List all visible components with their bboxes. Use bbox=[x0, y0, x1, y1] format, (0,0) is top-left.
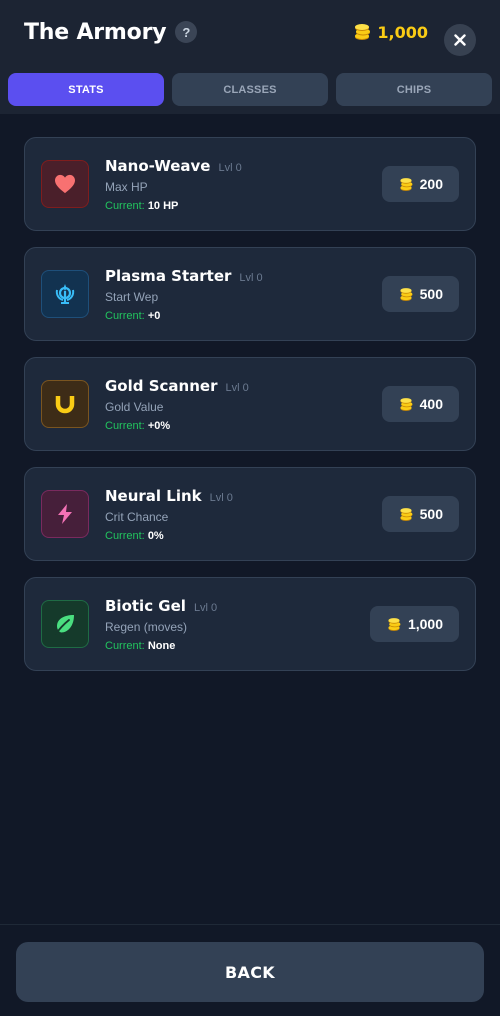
current-value: +0% bbox=[147, 419, 171, 432]
price: 400 bbox=[419, 396, 443, 412]
upgrade-name: Nano-Weave bbox=[105, 156, 211, 175]
current-label: Current: bbox=[105, 199, 145, 212]
upgrade-info: Plasma Starter Lvl 0 Start Wep Current: … bbox=[105, 267, 263, 322]
upgrade-description: Max HP bbox=[105, 179, 148, 194]
back-button[interactable]: BACK bbox=[16, 942, 484, 1002]
upgrade-info: Biotic Gel Lvl 0 Regen (moves) Current: … bbox=[105, 597, 217, 652]
upgrade-icon-box bbox=[41, 270, 89, 318]
upgrade-level: Lvl 0 bbox=[239, 271, 263, 284]
upgrade-name: Plasma Starter bbox=[105, 266, 232, 285]
coin-balance: 1,000 bbox=[352, 0, 428, 64]
upgrade-name: Neural Link bbox=[105, 486, 202, 505]
current-value: None bbox=[147, 639, 176, 652]
magnet-icon bbox=[55, 396, 75, 414]
upgrade-list: Nano-Weave Lvl 0 Max HP Current: 10 HP 2… bbox=[0, 114, 500, 671]
help-button[interactable]: ? bbox=[175, 21, 198, 43]
upgrade-current: Current: 0% bbox=[105, 530, 233, 542]
buy-button[interactable]: 200 bbox=[381, 166, 459, 202]
close-icon bbox=[454, 34, 466, 46]
upgrade-description: Gold Value bbox=[105, 399, 164, 414]
heart-icon bbox=[55, 174, 75, 194]
upgrade-current: Current: 10 HP bbox=[105, 200, 242, 212]
upgrade-info: Nano-Weave Lvl 0 Max HP Current: 10 HP bbox=[105, 157, 242, 212]
current-value: 0% bbox=[147, 529, 164, 542]
buy-button[interactable]: 1,000 bbox=[369, 606, 459, 642]
buy-button[interactable]: 500 bbox=[381, 276, 459, 312]
footer: BACK bbox=[0, 924, 500, 1016]
upgrade-name: Gold Scanner bbox=[105, 376, 218, 395]
upgrade-card-neural-link: Neural Link Lvl 0 Crit Chance Current: 0… bbox=[24, 467, 476, 561]
price: 500 bbox=[419, 506, 443, 522]
lightning-icon bbox=[58, 504, 72, 524]
weapon-emblem-icon bbox=[55, 284, 75, 304]
page-title: The Armory bbox=[24, 19, 167, 45]
buy-button[interactable]: 500 bbox=[381, 496, 459, 532]
tab-classes[interactable]: CLASSES bbox=[172, 73, 328, 106]
upgrade-description: Regen (moves) bbox=[105, 619, 188, 634]
upgrade-level: Lvl 0 bbox=[225, 381, 249, 394]
upgrade-icon-box bbox=[41, 600, 89, 648]
header: The Armory ? 1,000 bbox=[0, 0, 500, 64]
upgrade-current: Current: +0 bbox=[105, 310, 263, 322]
tab-bar: STATS CLASSES CHIPS bbox=[0, 64, 500, 114]
current-label: Current: bbox=[105, 529, 145, 542]
upgrade-level: Lvl 0 bbox=[218, 161, 242, 174]
upgrade-level: Lvl 0 bbox=[209, 491, 233, 504]
upgrade-description: Start Wep bbox=[105, 289, 159, 304]
upgrade-icon-box bbox=[41, 380, 89, 428]
coin-balance-value: 1,000 bbox=[377, 22, 428, 42]
price: 1,000 bbox=[407, 616, 443, 632]
current-label: Current: bbox=[105, 309, 145, 322]
price: 200 bbox=[419, 176, 443, 192]
buy-button[interactable]: 400 bbox=[381, 386, 459, 422]
tab-stats[interactable]: STATS bbox=[8, 73, 164, 106]
coins-icon bbox=[400, 177, 413, 191]
upgrade-card-biotic-gel: Biotic Gel Lvl 0 Regen (moves) Current: … bbox=[24, 577, 476, 671]
current-value: +0 bbox=[147, 309, 161, 322]
upgrade-name: Biotic Gel bbox=[105, 596, 186, 615]
upgrade-card-nano-weave: Nano-Weave Lvl 0 Max HP Current: 10 HP 2… bbox=[24, 137, 476, 231]
coins-icon bbox=[400, 507, 413, 521]
coins-icon bbox=[355, 24, 371, 40]
leaf-icon bbox=[55, 615, 74, 635]
upgrade-description: Crit Chance bbox=[105, 509, 169, 524]
upgrade-card-gold-scanner: Gold Scanner Lvl 0 Gold Value Current: +… bbox=[24, 357, 476, 451]
current-label: Current: bbox=[105, 639, 145, 652]
upgrade-icon-box bbox=[41, 160, 89, 208]
current-label: Current: bbox=[105, 419, 145, 432]
upgrade-info: Neural Link Lvl 0 Crit Chance Current: 0… bbox=[105, 487, 233, 542]
price: 500 bbox=[419, 286, 443, 302]
upgrade-info: Gold Scanner Lvl 0 Gold Value Current: +… bbox=[105, 377, 249, 432]
current-value: 10 HP bbox=[147, 199, 179, 212]
upgrade-current: Current: None bbox=[105, 640, 217, 652]
coins-icon bbox=[400, 397, 413, 411]
tab-chips[interactable]: CHIPS bbox=[336, 73, 492, 106]
upgrade-current: Current: +0% bbox=[105, 420, 249, 432]
upgrade-card-plasma-starter: Plasma Starter Lvl 0 Start Wep Current: … bbox=[24, 247, 476, 341]
close-button[interactable] bbox=[444, 24, 476, 56]
upgrade-icon-box bbox=[41, 490, 89, 538]
coins-icon bbox=[400, 287, 413, 301]
coins-icon bbox=[388, 617, 401, 631]
upgrade-level: Lvl 0 bbox=[193, 601, 218, 614]
